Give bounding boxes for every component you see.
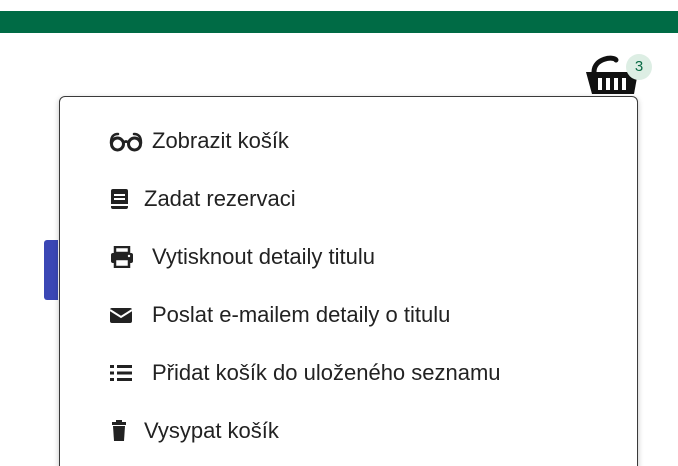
menu-item-reserve[interactable]: Zadat rezervaci: [108, 179, 296, 219]
side-tab-accent: [44, 240, 58, 300]
menu-item-label: Vysypat košík: [144, 418, 279, 443]
menu-item-empty-cart[interactable]: Vysypat košík: [108, 411, 279, 451]
menu-item-label: Zadat rezervaci: [144, 186, 296, 211]
trash-icon: [108, 420, 136, 442]
menu-item-email-details[interactable]: Poslat e-mailem detaily o titulu: [108, 295, 450, 335]
envelope-icon: [108, 304, 144, 326]
book-icon: [108, 188, 136, 210]
cart-dropdown-menu: Zobrazit košík Zadat rezervaci Vytisknou…: [59, 96, 638, 466]
menu-item-label: Přidat košík do uloženého seznamu: [152, 360, 501, 385]
menu-item-add-to-list[interactable]: Přidat košík do uloženého seznamu: [108, 353, 501, 393]
menu-item-print-details[interactable]: Vytisknout detaily titulu: [108, 237, 375, 277]
menu-item-label: Vytisknout detaily titulu: [152, 244, 375, 269]
top-navigation-bar: [0, 11, 678, 33]
menu-item-view-cart[interactable]: Zobrazit košík: [108, 121, 289, 161]
cart-button[interactable]: 3: [582, 50, 662, 98]
menu-item-label: Zobrazit košík: [152, 128, 289, 153]
menu-item-label: Poslat e-mailem detaily o titulu: [152, 302, 451, 327]
glasses-icon: [108, 130, 144, 152]
cart-count-badge: 3: [626, 54, 652, 80]
printer-icon: [108, 246, 144, 268]
list-icon: [108, 362, 144, 384]
